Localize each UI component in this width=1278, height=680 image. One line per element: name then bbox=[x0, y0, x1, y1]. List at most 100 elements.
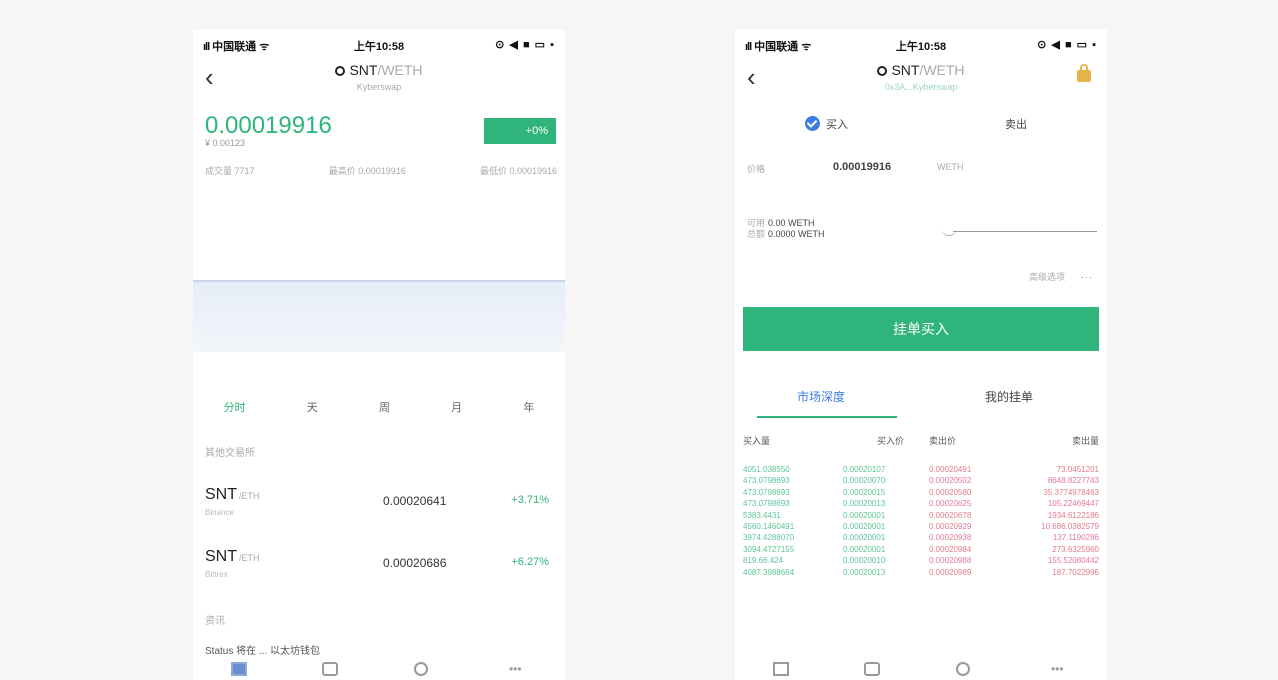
bid-amount: 3094.4727155 bbox=[743, 544, 795, 554]
price-label: 价格 bbox=[747, 164, 766, 174]
lock-icon[interactable] bbox=[1077, 64, 1091, 82]
tab-my-orders[interactable]: 我的挂单 bbox=[985, 388, 1033, 405]
ask-price: 0.00020929 bbox=[929, 521, 972, 531]
ask-amount: 8648.8227743 bbox=[1047, 476, 1099, 486]
bid-amount: 473.0798693 bbox=[743, 499, 790, 509]
token-icon bbox=[335, 66, 346, 76]
tab-market-depth[interactable]: 市场深度 bbox=[797, 388, 845, 405]
tab-month[interactable]: 月 bbox=[451, 399, 462, 415]
tab-day[interactable]: 天 bbox=[307, 399, 318, 415]
ask-amount: 35.3774978463 bbox=[1043, 487, 1099, 497]
ask-price-header: 卖出价 bbox=[929, 436, 957, 446]
history-tab-icon[interactable] bbox=[413, 662, 428, 676]
market-symbol: SNT/ETH bbox=[205, 486, 260, 503]
exchange-subtitle: 0x3A...Kyberswap bbox=[884, 82, 958, 92]
bid-amount-header: 买入量 bbox=[743, 436, 771, 446]
ask-price: 0.00020988 bbox=[929, 556, 972, 566]
market-tab-icon[interactable] bbox=[772, 662, 789, 676]
market-exchange: Binance bbox=[205, 508, 234, 517]
orderbook-row[interactable]: 4051.038550 0.00020107 0.00020491 73.045120… bbox=[743, 464, 1099, 475]
history-tab-icon[interactable] bbox=[955, 662, 970, 676]
bid-amount: 5383.4431 bbox=[743, 510, 781, 520]
orderbook-row[interactable]: 473.0798693 0.00020015 0.00020580 35.377497… bbox=[743, 487, 1099, 498]
low-stat: 最低价 0.00019916 bbox=[479, 166, 557, 176]
orderbook-row[interactable]: 4087.3988664 0.00020013 0.00020989 187.7022… bbox=[743, 567, 1099, 578]
ask-amount: 273.6325960 bbox=[1052, 544, 1099, 554]
stats-row: 成交量 7717 最高价 0.00019916 最低价 0.00019916 bbox=[205, 164, 557, 177]
orderbook: 4051.038550 0.00020107 0.00020491 73.045120… bbox=[743, 464, 1099, 578]
other-markets-label: 其他交易所 bbox=[205, 448, 255, 459]
change-badge: +0% bbox=[484, 118, 556, 144]
total-balance: 总额 0.0000 WETH bbox=[747, 229, 825, 239]
status-bar: ıll 中国联通 ᯤ 上午10:58 ⊙ ◀ ■ ▭ ▪ bbox=[735, 30, 1107, 54]
status-bar: ıll 中国联通 ᯤ 上午10:58 ⊙ ◀ ■ ▭ ▪ bbox=[193, 30, 565, 54]
exchange-tab-icon[interactable] bbox=[864, 662, 881, 676]
nav-bar: ‹ SNT/WETH 0x3A...Kyberswap bbox=[735, 58, 1107, 100]
bid-price: 0.00020013 bbox=[843, 567, 886, 577]
bid-price: 0.00020010 bbox=[843, 556, 886, 566]
bid-price: 0.00020001 bbox=[843, 544, 886, 554]
exchange-tab-icon[interactable] bbox=[322, 662, 339, 676]
bottom-nav: ••• bbox=[735, 658, 1107, 680]
orderbook-row[interactable]: 473.0798693 0.00020013 0.00020625 105.22469… bbox=[743, 498, 1099, 509]
tab-intraday[interactable]: 分时 bbox=[224, 399, 246, 415]
buy-toggle[interactable]: 买入 bbox=[805, 116, 848, 132]
bid-price: 0.00020107 bbox=[843, 465, 886, 474]
bid-price: 0.00020070 bbox=[843, 476, 886, 486]
place-buy-order-button[interactable]: 挂单买入 bbox=[743, 307, 1099, 351]
bid-amount: 473.0798693 bbox=[743, 476, 790, 486]
bid-amount: 4560.1460491 bbox=[743, 521, 795, 531]
price-value: 0.00019916 bbox=[833, 161, 892, 173]
active-tab-indicator bbox=[757, 416, 897, 418]
check-icon bbox=[805, 116, 820, 131]
ask-price: 0.00020938 bbox=[929, 533, 972, 543]
nav-bar: ‹ SNT/WETH Kyberswap bbox=[193, 58, 565, 100]
orderbook-row[interactable]: 4560.1460491 0.00020001 0.00020929 10.686.0… bbox=[743, 521, 1099, 532]
amount-slider[interactable] bbox=[953, 231, 1097, 232]
bid-amount: 4087.3988664 bbox=[743, 567, 795, 577]
orders-tabs: 市场深度 我的挂单 bbox=[735, 382, 1107, 418]
bid-price-header: 买入价 bbox=[877, 436, 905, 446]
period-tabs: 分时 天 周 月 年 bbox=[193, 392, 565, 422]
ask-amount: 137.1190286 bbox=[1052, 533, 1099, 543]
more-tab-icon[interactable]: ••• bbox=[1045, 662, 1069, 676]
high-stat: 最高价 0.00019916 bbox=[328, 166, 406, 176]
market-price: 0.00020686 bbox=[383, 556, 447, 570]
market-symbol: SNT/ETH bbox=[205, 548, 260, 565]
pair-title: SNT/WETH bbox=[735, 62, 1107, 78]
orderbook-row[interactable]: 3974.4288070 0.00020001 0.00020938 137.1190… bbox=[743, 532, 1099, 543]
bid-amount: 819.66.424 bbox=[743, 556, 784, 566]
token-icon bbox=[877, 66, 888, 76]
bid-price: 0.00020001 bbox=[843, 510, 886, 520]
bid-price: 0.00020001 bbox=[843, 521, 886, 531]
market-change: +6.27% bbox=[511, 556, 549, 568]
market-row[interactable]: SNT/ETH Bittrex 0.00020686 +6.27% bbox=[205, 548, 557, 592]
ask-price: 0.00020625 bbox=[929, 499, 972, 509]
ask-amount-header: 卖出量 bbox=[1071, 436, 1099, 446]
price-area bbox=[193, 282, 565, 352]
price-input[interactable]: 价格 0.00019916 WETH bbox=[747, 161, 1099, 182]
orderbook-row[interactable]: 473.0798693 0.00020070 0.00020502 8648.8227… bbox=[743, 475, 1099, 486]
price-chart[interactable] bbox=[193, 190, 565, 390]
ask-price: 0.00020678 bbox=[929, 510, 972, 520]
more-tab-icon[interactable]: ••• bbox=[503, 662, 527, 676]
available-balance: 可用 0.00 WETH bbox=[747, 218, 815, 228]
ask-price: 0.00020989 bbox=[929, 567, 972, 577]
bid-amount: 473.0798693 bbox=[743, 487, 790, 497]
news-preview[interactable]: Status 将在 ... 以太坊钱包 bbox=[205, 642, 320, 657]
ask-price: 0.00020502 bbox=[929, 476, 972, 486]
market-exchange: Bittrex bbox=[205, 570, 228, 579]
tab-week[interactable]: 周 bbox=[379, 399, 390, 415]
market-row[interactable]: SNT/ETH Binance 0.00020641 +3.71% bbox=[205, 486, 557, 530]
bottom-nav: ••• bbox=[193, 658, 565, 680]
balance-block: 可用 0.00 WETH 总额 0.0000 WETH bbox=[747, 218, 825, 240]
sell-toggle[interactable]: 卖出 bbox=[1005, 116, 1027, 132]
orderbook-row[interactable]: 5383.4431 0.00020001 0.00020678 1934.612218… bbox=[743, 510, 1099, 521]
orderbook-row[interactable]: 819.66.424 0.00020010 0.00020988 155.520804… bbox=[743, 555, 1099, 566]
market-change: +3.71% bbox=[511, 494, 549, 506]
orderbook-row[interactable]: 3094.4727155 0.00020001 0.00020984 273.6325… bbox=[743, 544, 1099, 555]
more-icon: ··· bbox=[1081, 272, 1093, 282]
market-tab-icon[interactable] bbox=[230, 662, 247, 676]
tab-year[interactable]: 年 bbox=[523, 399, 534, 415]
advanced-options[interactable]: 高级选项 ··· bbox=[1029, 270, 1093, 283]
